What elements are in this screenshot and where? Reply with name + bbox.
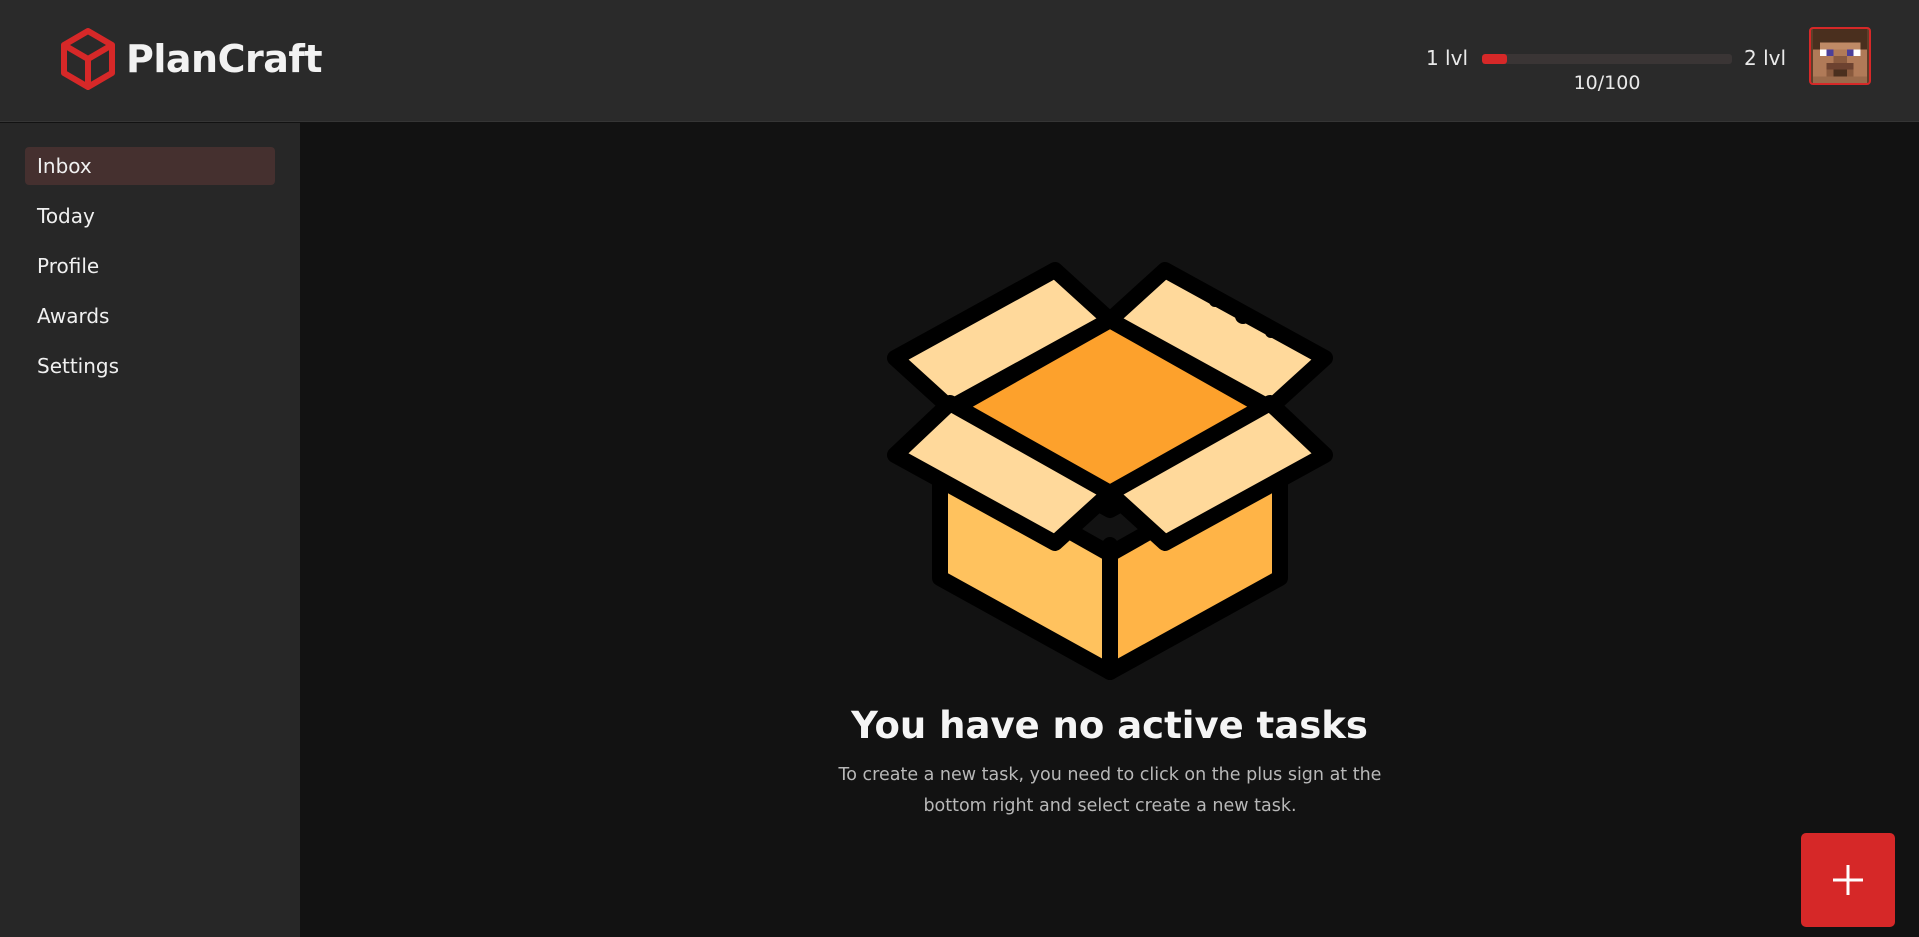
sidebar: Inbox Today Profile Awards Settings bbox=[0, 123, 300, 937]
pixel-face-avatar bbox=[1813, 29, 1867, 83]
sidebar-item-label: Today bbox=[37, 204, 95, 228]
empty-state-description: To create a new task, you need to click … bbox=[838, 765, 1382, 816]
open-box-icon bbox=[887, 262, 1333, 680]
xp-count: 10/100 bbox=[1573, 72, 1641, 94]
sidebar-item-awards[interactable]: Awards bbox=[25, 297, 275, 335]
app-header: PlanCraft 1 lvl 2 lvl 10/100 bbox=[0, 0, 1919, 122]
next-level-label: 2 lvl bbox=[1744, 46, 1787, 70]
plus-icon bbox=[1833, 865, 1863, 895]
sidebar-item-profile[interactable]: Profile bbox=[25, 247, 275, 285]
xp-progress-bar bbox=[1482, 54, 1732, 64]
cube-icon bbox=[61, 28, 115, 90]
avatar[interactable] bbox=[1809, 27, 1871, 85]
sidebar-item-label: Inbox bbox=[37, 154, 92, 178]
empty-state-title: You have no active tasks bbox=[851, 704, 1368, 747]
sidebar-item-label: Profile bbox=[37, 254, 100, 278]
sidebar-item-label: Settings bbox=[37, 354, 120, 378]
app-name: PlanCraft bbox=[126, 37, 323, 81]
sidebar-item-settings[interactable]: Settings bbox=[25, 347, 275, 385]
current-level-label: 1 lvl bbox=[1425, 46, 1468, 70]
sidebar-item-label: Awards bbox=[37, 304, 110, 328]
sidebar-item-inbox[interactable]: Inbox bbox=[25, 147, 275, 185]
sidebar-item-today[interactable]: Today bbox=[25, 197, 275, 235]
xp-progress-fill bbox=[1482, 54, 1507, 64]
add-task-button[interactable] bbox=[1801, 833, 1895, 927]
app-logo[interactable]: PlanCraft bbox=[60, 27, 323, 91]
